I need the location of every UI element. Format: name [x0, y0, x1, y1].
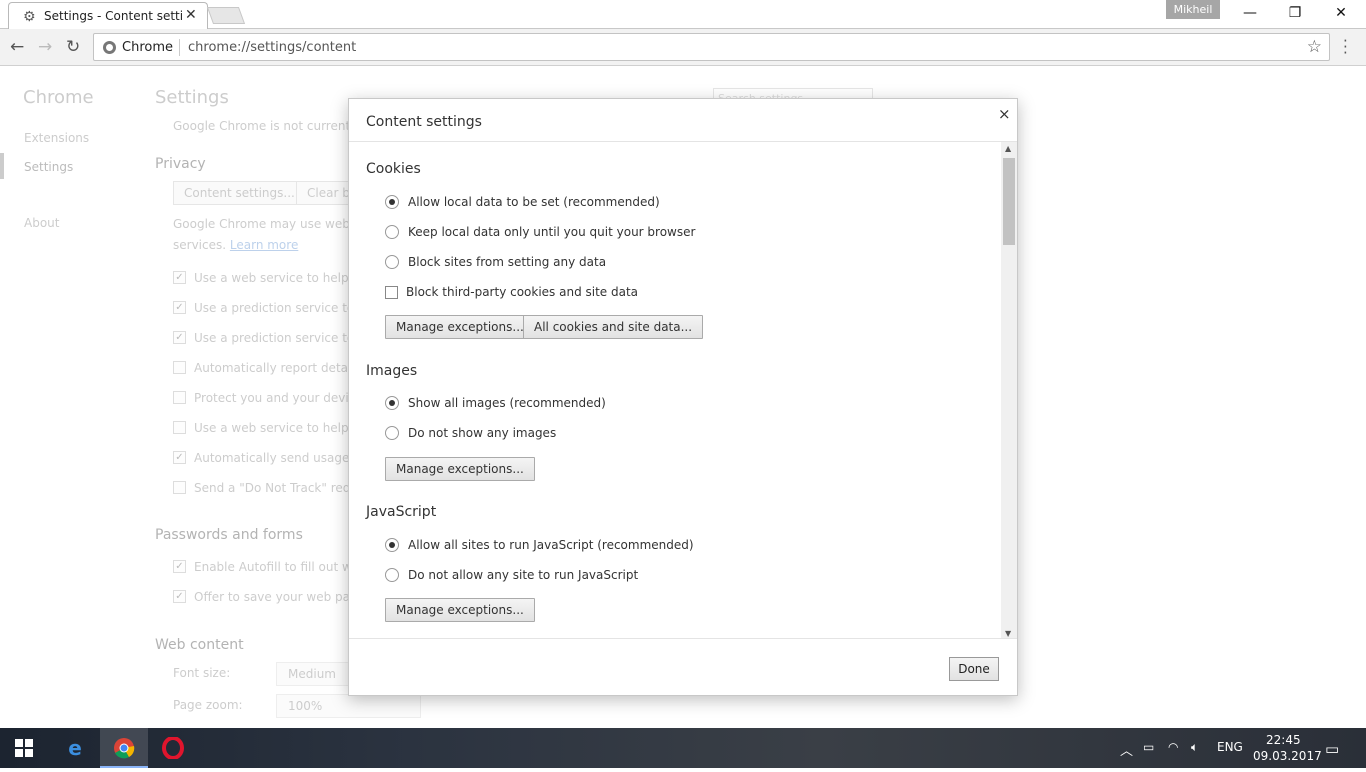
js-block-radio[interactable]	[385, 568, 399, 582]
close-window-button[interactable]: ✕	[1318, 0, 1364, 29]
js-allow-label: Allow all sites to run JavaScript (recom…	[408, 538, 694, 552]
scroll-down-icon[interactable]: ▼	[1005, 629, 1011, 638]
omnibox-chip: Chrome	[122, 40, 173, 55]
opera-icon[interactable]	[149, 728, 197, 768]
block-third-party-label: Block third-party cookies and site data	[406, 285, 639, 299]
cookies-keep-radio[interactable]	[385, 225, 399, 239]
tab-title: Settings - Content settings	[44, 9, 184, 23]
images-hide-label: Do not show any images	[408, 426, 557, 440]
back-icon[interactable]: ←	[10, 37, 24, 57]
scroll-up-icon[interactable]: ▲	[1005, 144, 1011, 153]
gear-icon: ⚙	[23, 9, 36, 25]
battery-icon[interactable]: ▭	[1143, 740, 1154, 754]
clock-time[interactable]: 22:45	[1266, 733, 1301, 747]
menu-icon[interactable]: · · ·	[1343, 34, 1348, 61]
toolbar: ← → ↻ Chrome chrome://settings/content ☆…	[0, 29, 1366, 66]
images-show-label: Show all images (recommended)	[408, 396, 606, 410]
chrome-page-icon	[103, 41, 116, 54]
cookies-allow-label: Allow local data to be set (recommended)	[408, 195, 660, 209]
js-manage-exceptions-button[interactable]: Manage exceptions...	[385, 598, 535, 622]
title-bar: ⚙ Settings - Content settings ✕ Mikheil …	[0, 0, 1366, 29]
tray-chevron-icon[interactable]: ︿	[1120, 740, 1133, 759]
cookies-block-radio[interactable]	[385, 255, 399, 269]
images-hide-radio[interactable]	[385, 426, 399, 440]
volume-icon[interactable]: 🔈︎	[1191, 740, 1198, 755]
omnibox-separator	[179, 39, 180, 56]
dialog-close-icon[interactable]: ×	[998, 105, 1011, 123]
taskbar: e ︿ ▭ ◠ 🔈︎ ENG 22:45 09.03.2017 ▭	[0, 728, 1366, 768]
omnibox[interactable]: Chrome chrome://settings/content ☆	[93, 33, 1330, 61]
javascript-heading: JavaScript	[366, 504, 437, 520]
dialog-title: Content settings	[366, 114, 482, 130]
cookies-heading: Cookies	[366, 161, 421, 177]
wifi-icon[interactable]: ◠	[1168, 740, 1178, 754]
profile-button[interactable]: Mikheil	[1166, 0, 1220, 19]
images-heading: Images	[366, 363, 418, 379]
edge-icon[interactable]: e	[51, 728, 99, 768]
notifications-icon[interactable]: ▭	[1325, 740, 1339, 758]
js-block-label: Do not allow any site to run JavaScript	[408, 568, 639, 582]
scrollbar-thumb[interactable]	[1003, 158, 1015, 245]
language-indicator[interactable]: ENG	[1217, 740, 1243, 754]
images-show-radio[interactable]	[385, 396, 399, 410]
url-text[interactable]: chrome://settings/content	[188, 40, 356, 55]
all-cookies-button[interactable]: All cookies and site data...	[523, 315, 704, 339]
reload-icon[interactable]: ↻	[66, 37, 80, 57]
js-allow-radio[interactable]	[385, 538, 399, 552]
cookies-allow-radio[interactable]	[385, 195, 399, 209]
done-button[interactable]: Done	[949, 657, 999, 681]
dialog-scrollbar[interactable]: ▲ ▼	[1001, 142, 1017, 638]
bookmark-star-icon[interactable]: ☆	[1307, 37, 1322, 57]
chrome-taskbar-icon[interactable]	[100, 728, 148, 768]
restore-button[interactable]: ❐	[1272, 0, 1318, 29]
windows-start-icon[interactable]	[0, 728, 48, 768]
cookies-keep-label: Keep local data only until you quit your…	[408, 225, 696, 239]
clock-date[interactable]: 09.03.2017	[1253, 749, 1322, 763]
minimize-button[interactable]: —	[1227, 0, 1273, 29]
cookies-manage-exceptions-button[interactable]: Manage exceptions...	[385, 315, 535, 339]
cookies-block-label: Block sites from setting any data	[408, 255, 607, 269]
dialog-scroll-area[interactable]: Cookies Allow local data to be set (reco…	[349, 141, 1017, 639]
forward-icon[interactable]: →	[38, 37, 52, 57]
tab-settings[interactable]: ⚙ Settings - Content settings ✕	[8, 2, 208, 29]
tab-close-icon[interactable]: ✕	[185, 7, 197, 23]
content-settings-dialog: Content settings × Cookies Allow local d…	[348, 98, 1018, 696]
block-third-party-checkbox[interactable]	[385, 286, 398, 299]
images-manage-exceptions-button[interactable]: Manage exceptions...	[385, 457, 535, 481]
new-tab-button[interactable]	[206, 7, 246, 24]
